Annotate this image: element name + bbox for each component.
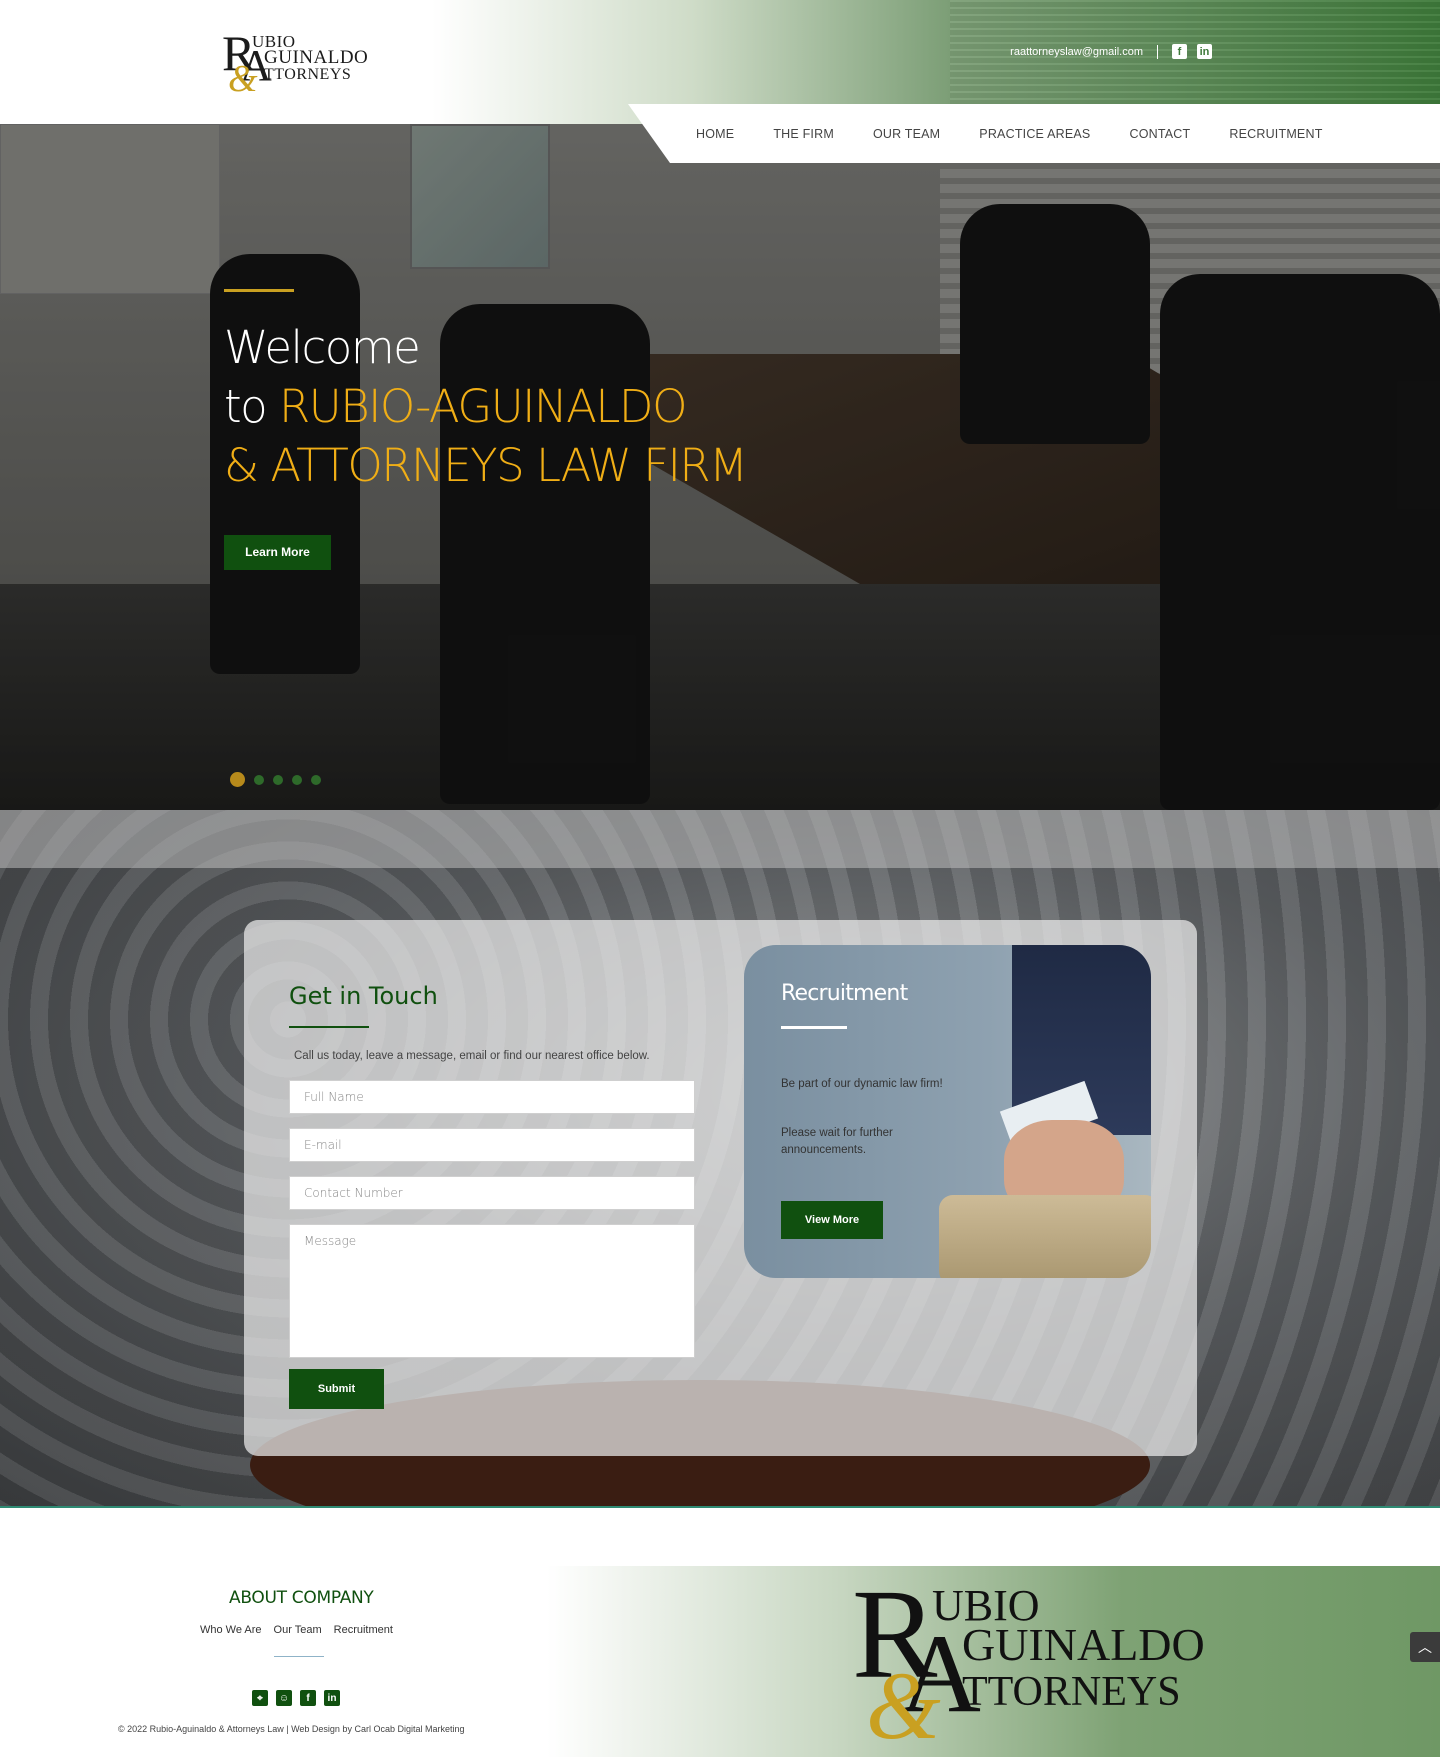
footer-link-recruitment[interactable]: Recruitment	[334, 1624, 393, 1636]
slider-dot[interactable]	[311, 774, 321, 785]
email-field[interactable]: E-mail	[289, 1128, 695, 1162]
recruitment-title: Recruitment	[781, 981, 908, 1006]
footer-logo-ampersand: &	[866, 1652, 941, 1757]
footer-divider	[274, 1656, 324, 1657]
divider	[1157, 44, 1158, 59]
footer-link-our-team[interactable]: Our Team	[274, 1624, 322, 1636]
copyright-text: © 2022 Rubio-Aguinaldo & Attorneys Law |…	[118, 1724, 465, 1734]
contact-section: Get in Touch Call us today, leave a mess…	[0, 810, 1440, 1508]
learn-more-button[interactable]: Learn More	[224, 535, 331, 570]
get-in-touch-title: Get in Touch	[289, 982, 438, 1010]
recruitment-announcement: Please wait for further announcements.	[781, 1127, 893, 1156]
light-band	[0, 810, 1440, 868]
scroll-to-top-button[interactable]: ︿	[1410, 1632, 1440, 1662]
slider-dot[interactable]	[273, 774, 283, 785]
slider-dots	[230, 772, 321, 787]
teal-band	[0, 1506, 1440, 1508]
about-company-title: ABOUT COMPANY	[229, 1588, 374, 1608]
footer-logo-line-2: GUINALDO	[962, 1619, 1205, 1670]
view-more-button[interactable]: View More	[781, 1201, 883, 1239]
hero-title-firm-name: RUBIO-AGUINALDO	[278, 380, 688, 433]
full-name-field[interactable]: Full Name	[289, 1080, 695, 1114]
recruit-bg-briefcase	[939, 1195, 1151, 1278]
contact-card: Get in Touch Call us today, leave a mess…	[244, 920, 1197, 1456]
chat-icon[interactable]: ☺	[276, 1690, 292, 1706]
hero-accent-line	[224, 289, 294, 292]
hero-title: Welcome to RUBIO-AGUINALDO & ATTORNEYS L…	[224, 318, 748, 495]
logo-line-3: TTORNEYS	[264, 66, 352, 83]
recruitment-card: Recruitment Be part of our dynamic law f…	[744, 945, 1151, 1278]
header-email-link[interactable]: raattorneyslaw@gmail.com	[1010, 46, 1143, 58]
facebook-icon[interactable]: f	[1172, 44, 1187, 59]
footer-links: Who We Are Our Team Recruitment	[200, 1624, 393, 1636]
top-bar: raattorneyslaw@gmail.com f in	[1010, 44, 1212, 59]
nav-the-firm[interactable]: THE FIRM	[773, 127, 834, 141]
nav-contact[interactable]: CONTACT	[1129, 127, 1190, 141]
recruitment-underline	[781, 1026, 847, 1029]
hero-title-welcome: Welcome	[224, 321, 421, 374]
main-nav: HOME THE FIRM OUR TEAM PRACTICE AREAS CO…	[628, 104, 1440, 163]
nav-practice-areas[interactable]: PRACTICE AREAS	[979, 127, 1090, 141]
hero-slider: Welcome to RUBIO-AGUINALDO & ATTORNEYS L…	[0, 124, 1440, 810]
location-pin-icon[interactable]: ⌖	[252, 1690, 268, 1706]
footer-link-who-we-are[interactable]: Who We Are	[200, 1624, 262, 1636]
slider-dot[interactable]	[292, 774, 302, 785]
site-footer: ABOUT COMPANY Who We Are Our Team Recrui…	[0, 1566, 1440, 1757]
slider-dot[interactable]	[230, 772, 245, 787]
facebook-icon[interactable]: f	[300, 1690, 316, 1706]
recruitment-text: Be part of our dynamic law firm!	[781, 1078, 943, 1090]
contact-number-field[interactable]: Contact Number	[289, 1176, 695, 1210]
footer-icons: ⌖ ☺ f in	[252, 1690, 340, 1706]
linkedin-icon[interactable]: in	[1197, 44, 1212, 59]
nav-our-team[interactable]: OUR TEAM	[873, 127, 940, 141]
hero-content: Welcome to RUBIO-AGUINALDO & ATTORNEYS L…	[224, 289, 748, 570]
linkedin-icon[interactable]: in	[324, 1690, 340, 1706]
submit-button[interactable]: Submit	[289, 1369, 384, 1409]
slider-dot[interactable]	[254, 774, 264, 785]
hero-title-to: to	[224, 380, 279, 433]
contact-description: Call us today, leave a message, email or…	[294, 1050, 650, 1062]
footer-logo-line-3: TTORNEYS	[962, 1669, 1181, 1715]
title-underline	[289, 1026, 369, 1028]
site-logo[interactable]: R A & UBIO GUINALDO TTORNEYS	[222, 28, 372, 98]
nav-recruitment[interactable]: RECRUITMENT	[1229, 127, 1322, 141]
hero-title-firm-suffix: & ATTORNEYS LAW FIRM	[224, 439, 748, 492]
message-field[interactable]: Message	[289, 1224, 695, 1358]
nav-home[interactable]: HOME	[696, 127, 734, 141]
footer-logo: R A & UBIO GUINALDO TTORNEYS	[852, 1570, 1242, 1754]
logo-ampersand: &	[228, 58, 258, 100]
